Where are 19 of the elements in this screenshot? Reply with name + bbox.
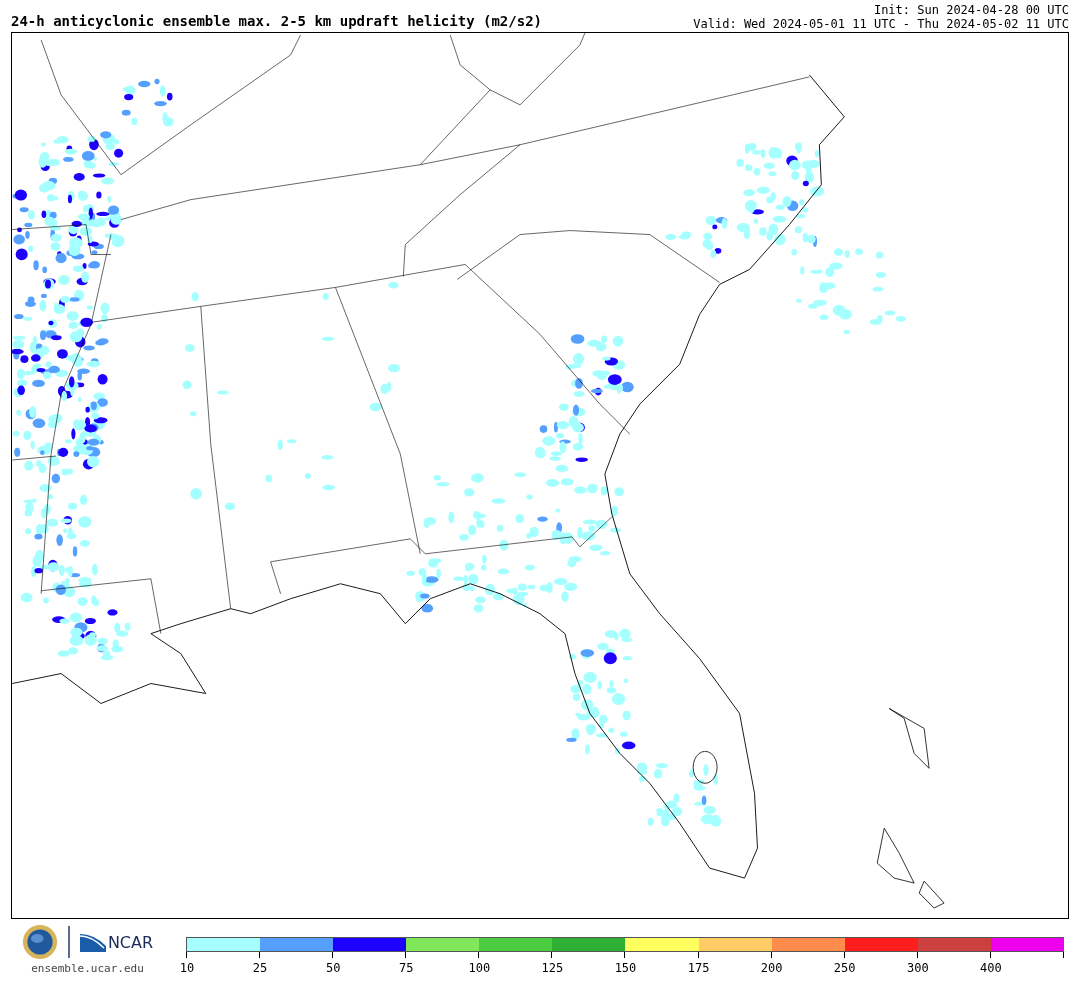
tick-label: 300 (906, 961, 929, 975)
tick-label: 175 (687, 961, 710, 975)
tick-label: 400 (980, 961, 1002, 975)
tick-label: 10 (179, 961, 195, 975)
chart-title: 24-h anticyclonic ensemble max. 2-5 km updraft helicity (m2/s2) (11, 13, 542, 31)
tick-label: 250 (833, 961, 856, 975)
swoosh-logo-icon (79, 932, 106, 952)
tick-label: 50 (325, 961, 341, 975)
tick-label: 200 (760, 961, 783, 975)
tick-label: 150 (614, 961, 637, 975)
org-name: NCAR (107, 932, 154, 952)
tick-label: 125 (541, 961, 564, 975)
website-text: ensemble.ucar.edu (31, 962, 144, 975)
tick-label: 100 (468, 961, 491, 975)
tick-label: 25 (252, 961, 268, 975)
globe-emblem-icon (21, 924, 58, 960)
valid-time: Valid: Wed 2024-05-01 11 UTC - Thu 2024-05-02 11 UTC (693, 17, 1069, 31)
tick-label: 75 (399, 961, 414, 975)
init-time: Init: Sun 2024-04-28 00 UTC (872, 3, 1069, 17)
